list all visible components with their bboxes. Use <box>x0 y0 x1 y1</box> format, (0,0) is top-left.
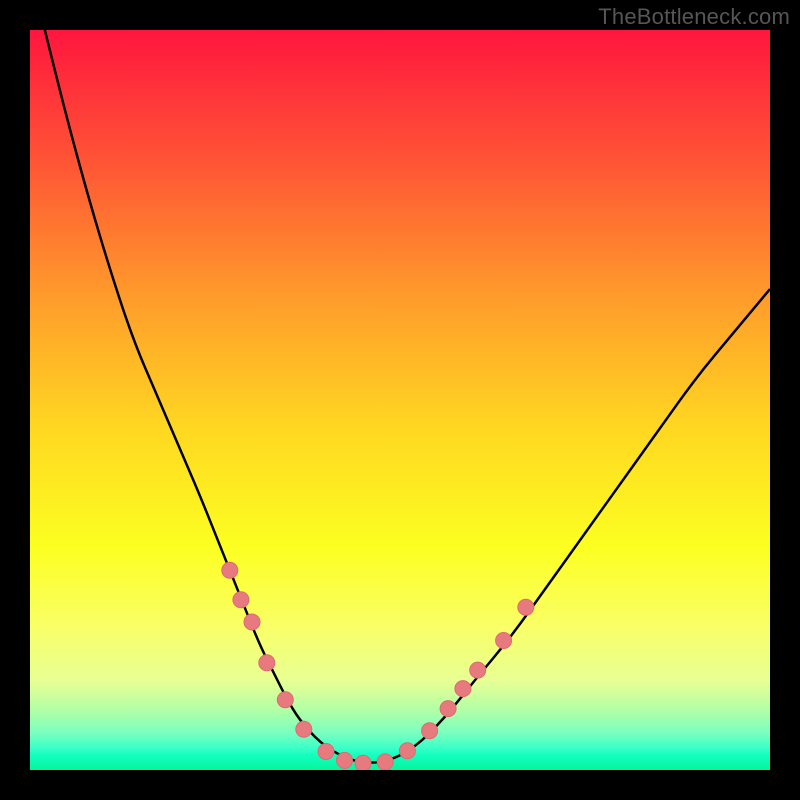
curve-marker <box>440 701 456 717</box>
curve-marker <box>277 692 293 708</box>
curve-marker <box>233 592 249 608</box>
bottleneck-curve <box>45 30 770 763</box>
attribution-text: TheBottleneck.com <box>598 4 790 30</box>
curve-marker <box>470 662 486 678</box>
curve-marker <box>244 614 260 630</box>
curve-marker <box>422 723 438 739</box>
curve-marker <box>399 743 415 759</box>
curve-marker <box>518 599 534 615</box>
curve-overlay <box>30 30 770 770</box>
curve-marker <box>222 562 238 578</box>
curve-marker <box>377 754 393 770</box>
curve-marker <box>259 655 275 671</box>
chart-container: TheBottleneck.com <box>0 0 800 800</box>
curve-marker <box>355 755 371 770</box>
curve-marker <box>496 633 512 649</box>
curve-marker <box>318 744 334 760</box>
curve-marker <box>296 721 312 737</box>
curve-marker <box>455 681 471 697</box>
curve-marker <box>337 752 353 768</box>
